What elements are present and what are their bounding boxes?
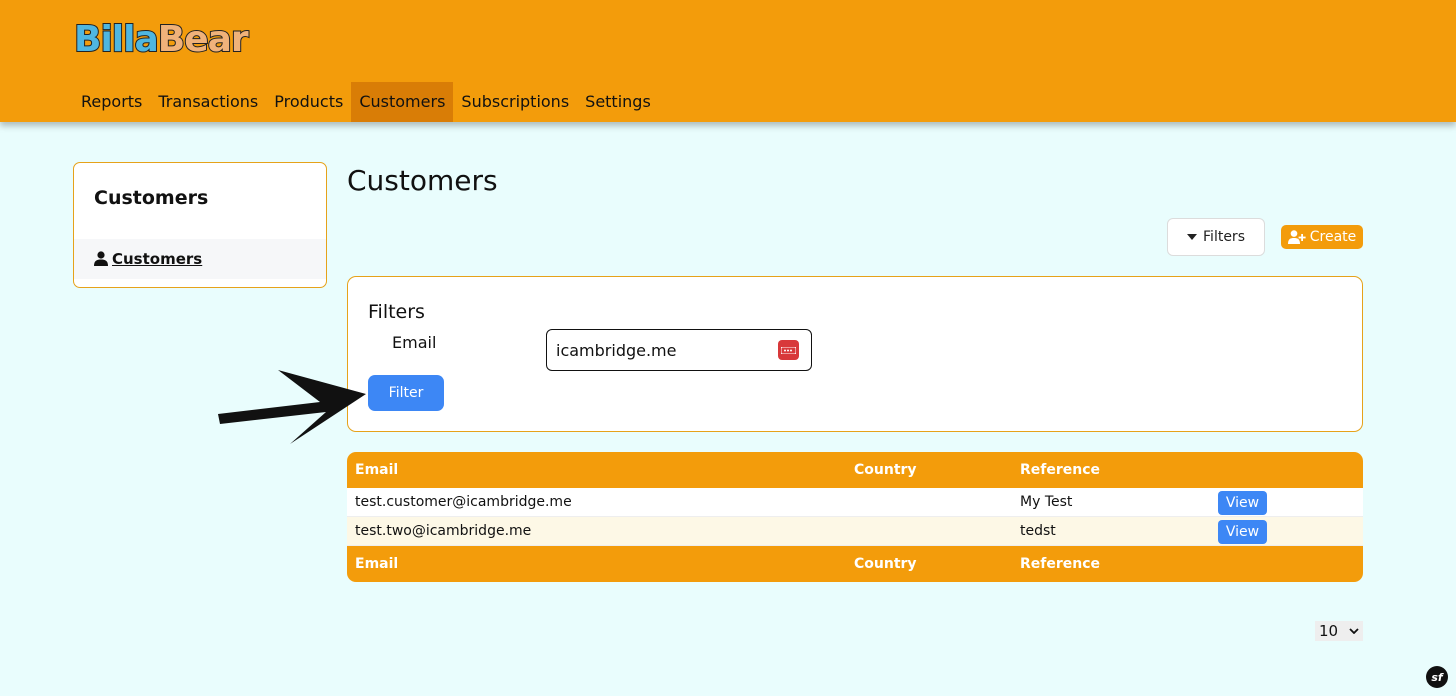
symfony-toolbar-icon[interactable]: sf (1426, 666, 1448, 688)
table-row: test.customer@icambridge.me My Test View (347, 488, 1363, 517)
view-button[interactable]: View (1218, 491, 1267, 515)
filters-toggle-button[interactable]: Filters (1167, 218, 1265, 256)
caret-down-icon (1187, 234, 1198, 240)
user-plus-icon (1287, 230, 1306, 244)
filter-panel: Filters Email Filter (347, 276, 1363, 432)
per-page-value: 10 (1319, 622, 1339, 640)
email-filter-input[interactable] (546, 329, 812, 371)
logo-bear-text: Bear (157, 19, 250, 61)
email-filter-label: Email (392, 333, 437, 352)
create-button-label: Create (1309, 229, 1357, 245)
table-footer: Email Country Reference (347, 546, 1363, 582)
column-footer-email: Email (355, 556, 399, 572)
sidebar-item-label: Customers (112, 250, 203, 268)
nav-transactions[interactable]: Transactions (150, 82, 266, 122)
filter-panel-title: Filters (368, 301, 425, 323)
password-manager-icon[interactable] (778, 340, 799, 360)
column-header-email[interactable]: Email (355, 452, 398, 488)
row-reference: tedst (1020, 523, 1056, 539)
pointer-arrow-annotation (218, 370, 366, 444)
column-footer-reference: Reference (1020, 556, 1101, 572)
per-page-select[interactable]: 10 (1315, 621, 1363, 641)
nav-customers[interactable]: Customers (351, 82, 454, 122)
sidebar: Customers Customers (73, 162, 327, 288)
row-reference: My Test (1020, 494, 1073, 510)
nav-settings[interactable]: Settings (577, 82, 659, 122)
row-email: test.customer@icambridge.me (355, 494, 572, 510)
billabear-logo[interactable]: BillaBear (73, 19, 250, 61)
chevron-down-icon (1349, 628, 1359, 634)
column-header-reference[interactable]: Reference (1020, 452, 1100, 488)
nav-subscriptions[interactable]: Subscriptions (453, 82, 577, 122)
create-button[interactable]: Create (1281, 225, 1363, 249)
row-email: test.two@icambridge.me (355, 523, 532, 539)
page-title: Customers (347, 164, 498, 197)
column-footer-country: Country (854, 556, 917, 572)
column-header-country[interactable]: Country (854, 452, 917, 488)
filter-submit-button[interactable]: Filter (368, 375, 444, 411)
main-nav: Reports Transactions Products Customers … (73, 82, 659, 122)
table-row: test.two@icambridge.me tedst View (347, 517, 1363, 546)
nav-reports[interactable]: Reports (73, 82, 150, 122)
dots-icon (781, 346, 796, 354)
view-button[interactable]: View (1218, 520, 1267, 544)
sidebar-item-customers[interactable]: Customers (74, 239, 326, 279)
nav-products[interactable]: Products (266, 82, 351, 122)
sidebar-title: Customers (94, 187, 209, 209)
customers-table: Email Country Reference test.customer@ic… (347, 452, 1363, 582)
app-header: BillaBear Reports Transactions Products … (0, 0, 1456, 122)
logo-billa-text: Billa (73, 19, 160, 61)
filters-toggle-label: Filters (1203, 229, 1245, 245)
user-icon (94, 251, 108, 266)
table-header: Email Country Reference (347, 452, 1363, 488)
